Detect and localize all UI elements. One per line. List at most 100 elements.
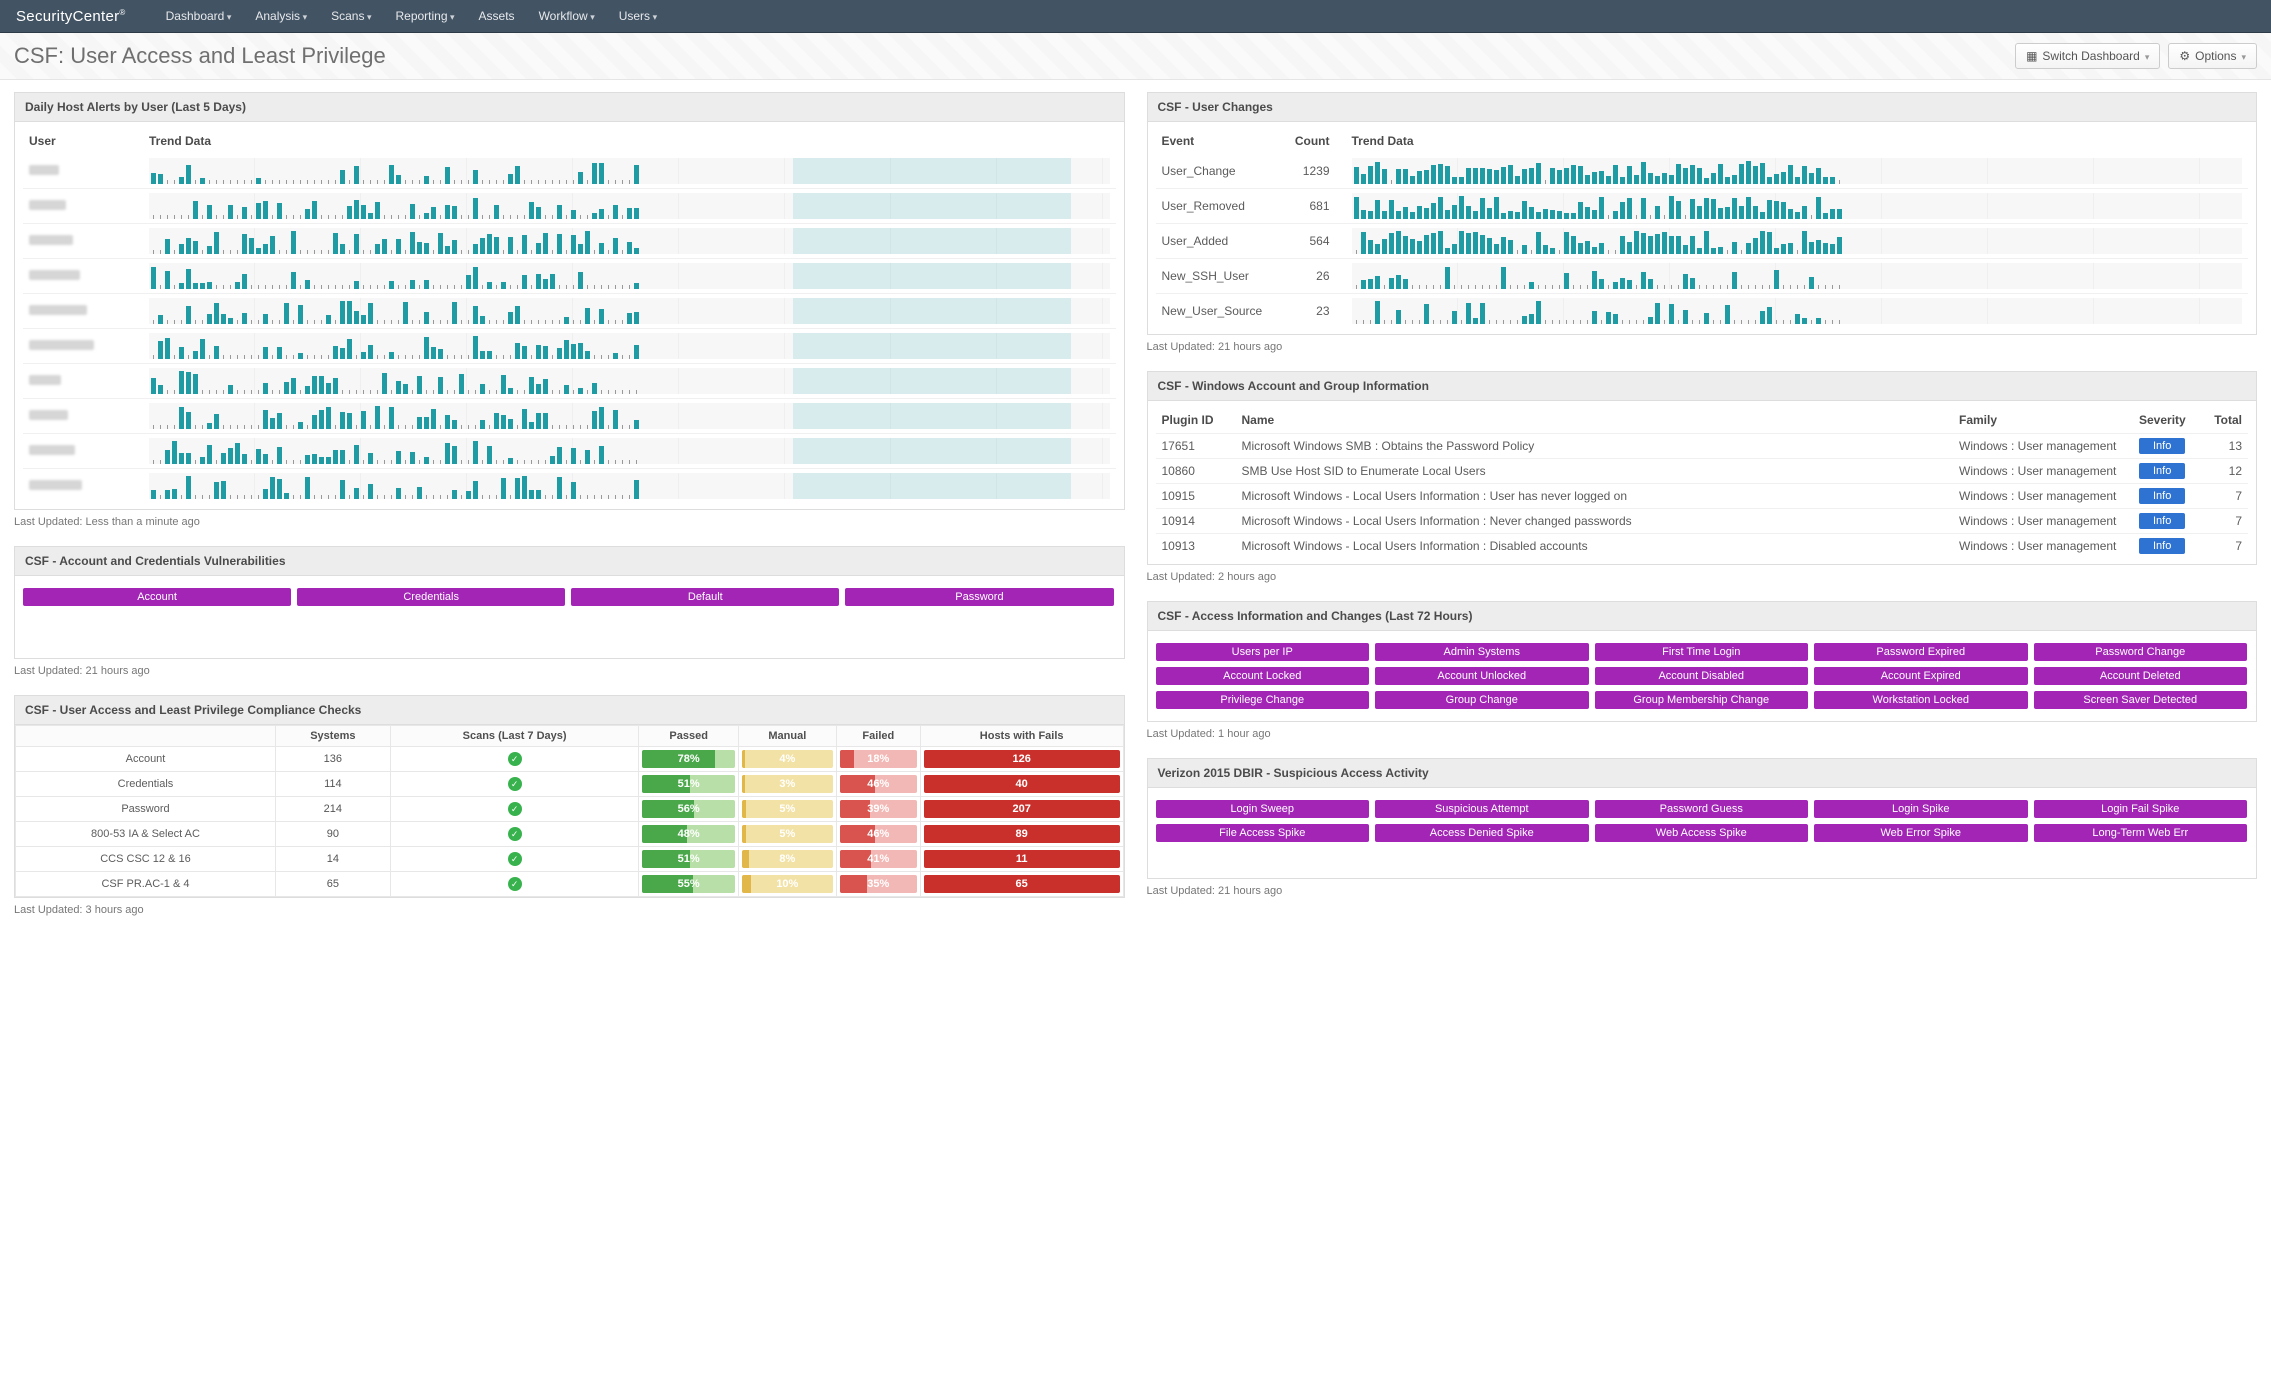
pill-account-disabled[interactable]: Account Disabled [1595,667,1809,685]
table-row[interactable]: CCS CSC 12 & 1614✓51%8%41%11 [16,847,1124,872]
col-header: Systems [275,726,390,747]
user-redacted [29,375,61,385]
nav-users[interactable]: Users [619,9,657,23]
pill-password-expired[interactable]: Password Expired [1814,643,2028,661]
severity-badge: Info [2139,463,2185,479]
pill-password-guess[interactable]: Password Guess [1595,800,1809,818]
table-row[interactable]: New_SSH_User26 [1156,259,2249,294]
col-family: Family [1953,407,2133,434]
table-row[interactable]: Credentials114✓51%3%46%40 [16,772,1124,797]
pill-account-unlocked[interactable]: Account Unlocked [1375,667,1589,685]
trend-spark [149,368,1110,394]
pill-group-membership-change[interactable]: Group Membership Change [1595,691,1809,709]
sub-header: CSF: User Access and Least Privilege ▦ S… [0,33,2271,80]
nav-dashboard[interactable]: Dashboard [166,9,232,23]
pill-password[interactable]: Password [845,588,1113,606]
table-row[interactable] [23,399,1116,434]
table-row[interactable] [23,329,1116,364]
pill-users-per-ip[interactable]: Users per IP [1156,643,1370,661]
panel-title: CSF - Account and Credentials Vulnerabil… [15,547,1124,576]
nav-reporting[interactable]: Reporting [395,9,454,23]
col-count: Count [1286,128,1336,154]
pill-first-time-login[interactable]: First Time Login [1595,643,1809,661]
table-row[interactable] [23,294,1116,329]
panel-access-72: CSF - Access Information and Changes (La… [1147,601,2258,722]
pill-login-sweep[interactable]: Login Sweep [1156,800,1370,818]
trend-spark [1352,193,2243,219]
user-redacted [29,410,68,420]
nav-assets[interactable]: Assets [479,9,515,23]
table-row[interactable]: User_Change1239 [1156,154,2249,189]
col-header: Hosts with Fails [920,726,1123,747]
panel-user-changes: CSF - User Changes Event Count Trend Dat… [1147,92,2258,335]
pill-login-fail-spike[interactable]: Login Fail Spike [2034,800,2248,818]
col-event: Event [1156,128,1286,154]
trend-spark [149,263,1110,289]
table-row[interactable]: Account136✓78%4%18%126 [16,747,1124,772]
table-row[interactable]: User_Removed681 [1156,189,2249,224]
pill-web-error-spike[interactable]: Web Error Spike [1814,824,2028,842]
col-header: Failed [836,726,920,747]
options-button[interactable]: ⚙ Options [2168,43,2257,69]
panel-dbir: Verizon 2015 DBIR - Suspicious Access Ac… [1147,758,2258,879]
table-row[interactable]: 17651Microsoft Windows SMB : Obtains the… [1156,434,2249,459]
pill-account[interactable]: Account [23,588,291,606]
table-row[interactable]: 10915Microsoft Windows - Local Users Inf… [1156,484,2249,509]
col-plugin: Plugin ID [1156,407,1236,434]
table-row[interactable] [23,154,1116,189]
pill-screen-saver-detected[interactable]: Screen Saver Detected [2034,691,2248,709]
pill-account-expired[interactable]: Account Expired [1814,667,2028,685]
pill-password-change[interactable]: Password Change [2034,643,2248,661]
table-row[interactable]: 10914Microsoft Windows - Local Users Inf… [1156,509,2249,534]
user-redacted [29,270,80,280]
pill-login-spike[interactable]: Login Spike [1814,800,2028,818]
pill-access-denied-spike[interactable]: Access Denied Spike [1375,824,1589,842]
panel-title: CSF - Access Information and Changes (La… [1148,602,2257,631]
panel-footer: Last Updated: 21 hours ago [1147,879,2258,899]
table-row[interactable]: User_Added564 [1156,224,2249,259]
table-row[interactable] [23,224,1116,259]
nav-workflow[interactable]: Workflow [539,9,595,23]
panel-title: CSF - User Changes [1148,93,2257,122]
table-row[interactable]: 10860SMB Use Host SID to Enumerate Local… [1156,459,2249,484]
trend-spark [149,193,1110,219]
table-row[interactable]: New_User_Source23 [1156,294,2249,329]
table-row[interactable] [23,259,1116,294]
nav-analysis[interactable]: Analysis [255,9,307,23]
pill-group-change[interactable]: Group Change [1375,691,1589,709]
pill-account-locked[interactable]: Account Locked [1156,667,1370,685]
table-row[interactable]: 10913Microsoft Windows - Local Users Inf… [1156,534,2249,559]
trend-spark [149,298,1110,324]
panel-windows-group: CSF - Windows Account and Group Informat… [1147,371,2258,565]
panel-footer: Last Updated: 2 hours ago [1147,565,2258,585]
pill-credentials[interactable]: Credentials [297,588,565,606]
pill-long-term-web-err[interactable]: Long-Term Web Err [2034,824,2248,842]
table-row[interactable] [23,364,1116,399]
pill-account-deleted[interactable]: Account Deleted [2034,667,2248,685]
table-row[interactable]: Password214✓56%5%39%207 [16,797,1124,822]
panel-footer: Last Updated: 1 hour ago [1147,722,2258,742]
switch-dashboard-button[interactable]: ▦ Switch Dashboard [2015,43,2160,69]
pill-admin-systems[interactable]: Admin Systems [1375,643,1589,661]
pill-default[interactable]: Default [571,588,839,606]
user-redacted [29,480,82,490]
pill-file-access-spike[interactable]: File Access Spike [1156,824,1370,842]
check-icon: ✓ [508,877,522,891]
pill-workstation-locked[interactable]: Workstation Locked [1814,691,2028,709]
panel-title: CSF - Windows Account and Group Informat… [1148,372,2257,401]
table-row[interactable] [23,189,1116,224]
check-icon: ✓ [508,827,522,841]
check-icon: ✓ [508,802,522,816]
trend-spark [1352,158,2243,184]
nav-scans[interactable]: Scans [331,9,371,23]
table-row[interactable]: CSF PR.AC-1 & 465✓55%10%35%65 [16,872,1124,897]
pill-privilege-change[interactable]: Privilege Change [1156,691,1370,709]
severity-badge: Info [2139,438,2185,454]
table-row[interactable]: 800-53 IA & Select AC90✓48%5%46%89 [16,822,1124,847]
pill-web-access-spike[interactable]: Web Access Spike [1595,824,1809,842]
pill-suspicious-attempt[interactable]: Suspicious Attempt [1375,800,1589,818]
table-row[interactable] [23,469,1116,504]
panel-footer: Last Updated: 21 hours ago [14,659,1125,679]
table-row[interactable] [23,434,1116,469]
col-trend: Trend Data [1336,128,2249,154]
